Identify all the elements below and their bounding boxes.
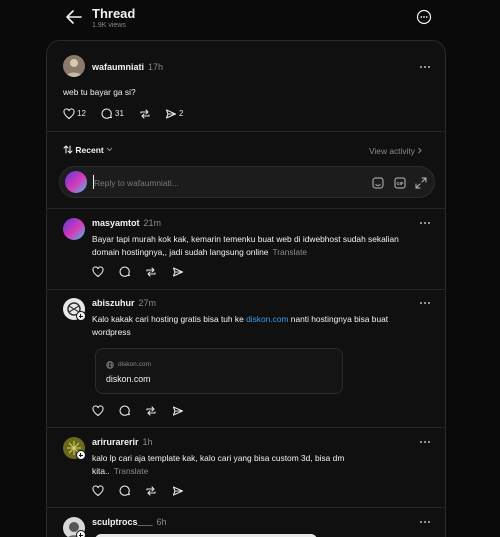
divider xyxy=(47,507,445,508)
reply-time: 21m xyxy=(143,218,162,228)
comment-button[interactable]: 31 xyxy=(101,108,131,120)
repost-icon xyxy=(146,486,156,496)
reply-author[interactable]: sculptrocs___ 6h xyxy=(92,517,167,527)
divider xyxy=(47,208,445,209)
share-icon xyxy=(172,486,184,496)
chevron-down-icon xyxy=(106,147,113,152)
reply-time: 1h xyxy=(142,437,153,447)
gif-icon[interactable]: GIF xyxy=(394,177,406,189)
more-options-icon[interactable] xyxy=(419,221,431,225)
reply-input[interactable] xyxy=(94,176,354,190)
reply-actions xyxy=(92,405,192,417)
reply-text: kalo lp cari aja template kak, kalo cari… xyxy=(92,453,345,476)
repost-icon xyxy=(146,267,156,277)
more-options-icon[interactable] xyxy=(419,301,431,305)
more-options-icon[interactable] xyxy=(419,520,431,524)
comment-icon xyxy=(119,405,131,416)
top-bar: Thread 1.9K views xyxy=(0,0,500,40)
sort-label: Recent xyxy=(75,145,104,155)
sticker-icon[interactable] xyxy=(372,177,384,189)
more-options-icon[interactable] xyxy=(419,65,431,69)
share-icon xyxy=(172,267,184,277)
post-text: web tu bayar ga si? xyxy=(63,87,136,97)
repost-icon xyxy=(140,109,150,119)
post-author[interactable]: wafaumniati 17h xyxy=(92,62,163,72)
divider xyxy=(47,289,445,290)
post-time: 17h xyxy=(148,62,164,72)
comment-icon xyxy=(119,485,131,496)
reply-text: Bayar tapi murah kok kak, kemarin temenk… xyxy=(92,234,399,257)
reply-composer: GIF xyxy=(59,166,435,198)
comment-icon xyxy=(101,108,113,119)
share-icon xyxy=(165,109,177,119)
view-activity-link[interactable]: View activity xyxy=(369,146,423,156)
globe-icon xyxy=(106,361,114,369)
inline-link[interactable]: diskon.com xyxy=(246,314,288,324)
comment-button[interactable] xyxy=(119,405,133,417)
comment-button[interactable] xyxy=(119,266,133,278)
like-count: 12 xyxy=(77,109,86,118)
heart-icon xyxy=(92,266,104,278)
repost-button[interactable] xyxy=(145,266,159,278)
more-options-icon[interactable] xyxy=(416,9,432,25)
avatar[interactable] xyxy=(63,55,85,77)
reply-time: 6h xyxy=(156,517,167,527)
share-count: 2 xyxy=(179,109,184,118)
follow-badge[interactable] xyxy=(76,450,86,460)
divider xyxy=(47,427,445,428)
translate-link[interactable]: Translate xyxy=(272,247,307,257)
repost-icon xyxy=(146,406,156,416)
reply-author[interactable]: arirurarerir 1h xyxy=(92,437,153,447)
reply-text: Kalo kakak cari hosting gratis bisa tuh … xyxy=(92,314,389,337)
link-preview-card[interactable]: diskon.com diskon.com xyxy=(95,348,343,394)
post-actions: 12 31 2 xyxy=(63,108,213,120)
share-button[interactable] xyxy=(172,405,186,417)
avatar[interactable] xyxy=(63,218,85,240)
share-icon xyxy=(172,406,184,416)
reply-time: 27m xyxy=(138,298,157,308)
follow-badge[interactable] xyxy=(76,530,86,537)
avatar xyxy=(65,171,87,193)
share-button[interactable] xyxy=(172,266,186,278)
thread-panel: wafaumniati 17h web tu bayar ga si? 12 31… xyxy=(46,40,446,537)
card-title: diskon.com xyxy=(106,374,151,384)
heart-icon xyxy=(92,405,104,417)
share-button[interactable] xyxy=(172,485,186,497)
sort-icon xyxy=(63,145,73,154)
comment-count: 31 xyxy=(115,109,124,118)
share-button[interactable]: 2 xyxy=(165,108,195,120)
repost-button[interactable] xyxy=(139,108,153,120)
like-button[interactable]: 12 xyxy=(63,108,93,120)
more-options-icon[interactable] xyxy=(419,440,431,444)
view-count: 1.9K views xyxy=(92,22,126,29)
heart-icon xyxy=(63,108,75,120)
comment-button[interactable] xyxy=(119,485,133,497)
chevron-right-icon xyxy=(418,147,422,154)
repost-button[interactable] xyxy=(145,485,159,497)
reply-actions xyxy=(92,266,192,278)
comment-icon xyxy=(119,266,131,277)
back-arrow-icon[interactable] xyxy=(64,8,84,26)
svg-text:GIF: GIF xyxy=(397,181,404,186)
reply-actions xyxy=(92,485,192,497)
heart-icon xyxy=(92,485,104,497)
like-button[interactable] xyxy=(92,405,106,417)
repost-button[interactable] xyxy=(145,405,159,417)
card-domain: diskon.com xyxy=(118,361,151,368)
follow-badge[interactable] xyxy=(76,311,86,321)
sort-selector[interactable]: Recent xyxy=(63,145,113,155)
page-title: Thread xyxy=(92,6,136,21)
divider xyxy=(47,131,445,132)
reply-author[interactable]: masyamtot 21m xyxy=(92,218,161,228)
translate-link[interactable]: Translate xyxy=(114,466,149,476)
reply-author[interactable]: abiszuhur 27m xyxy=(92,298,156,308)
like-button[interactable] xyxy=(92,485,106,497)
like-button[interactable] xyxy=(92,266,106,278)
expand-icon[interactable] xyxy=(415,177,427,189)
